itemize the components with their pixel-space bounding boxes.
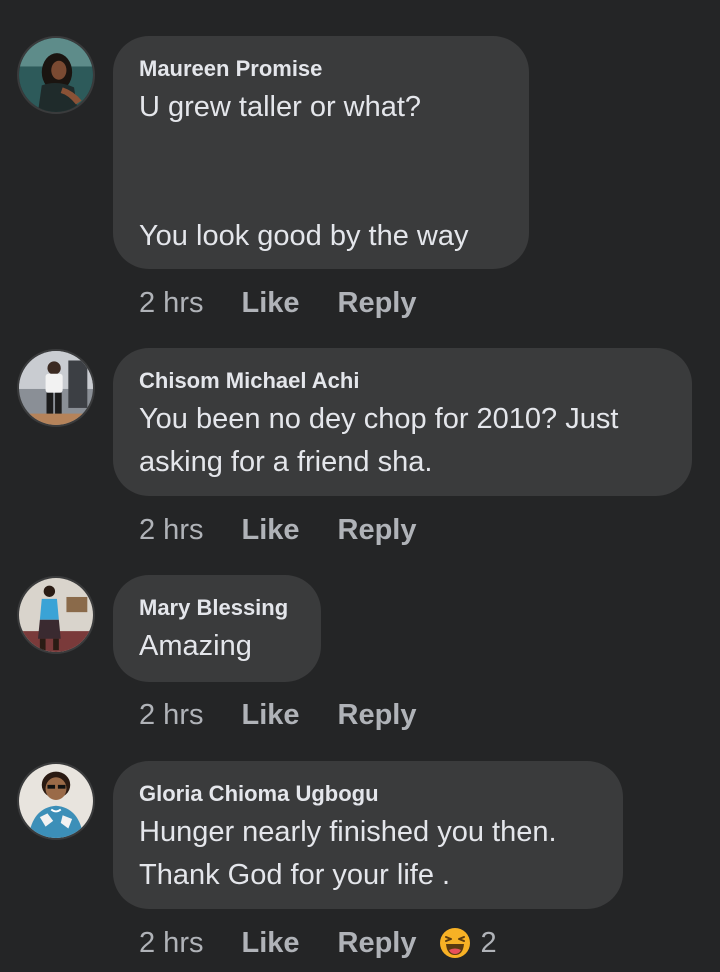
comment-text: You been no dey chop for 2010? Just aski… bbox=[139, 403, 619, 478]
reply-button[interactable]: Reply bbox=[338, 285, 417, 321]
comment-timestamp[interactable]: 2 hrs bbox=[139, 512, 203, 548]
comment-timestamp[interactable]: 2 hrs bbox=[139, 925, 203, 961]
comment-bubble: Mary Blessing Amazing bbox=[113, 575, 321, 682]
comment-text: U grew taller or what? You look good by … bbox=[139, 91, 469, 252]
avatar[interactable] bbox=[17, 576, 95, 654]
reply-button[interactable]: Reply bbox=[338, 925, 417, 961]
comment-actions: 2 hrs Like Reply bbox=[139, 285, 417, 321]
comment-author[interactable]: Mary Blessing bbox=[139, 595, 295, 621]
avatar[interactable] bbox=[17, 349, 95, 427]
comment-actions: 2 hrs Like Reply bbox=[139, 697, 417, 733]
like-button[interactable]: Like bbox=[241, 697, 299, 733]
comment-timestamp[interactable]: 2 hrs bbox=[139, 697, 203, 733]
like-button[interactable]: Like bbox=[241, 925, 299, 961]
laughing-emoji-icon bbox=[439, 928, 470, 958]
avatar-photo bbox=[19, 578, 93, 652]
comment-text: Amazing bbox=[139, 630, 252, 662]
comment-actions: 2 hrs Like Reply 2 bbox=[139, 925, 497, 961]
comment-bubble: Chisom Michael Achi You been no dey chop… bbox=[113, 348, 692, 496]
reaction-summary[interactable]: 2 bbox=[439, 925, 497, 961]
avatar-photo bbox=[19, 351, 93, 425]
comment-author[interactable]: Gloria Chioma Ugbogu bbox=[139, 781, 597, 807]
avatar[interactable] bbox=[17, 762, 95, 840]
comment-author[interactable]: Chisom Michael Achi bbox=[139, 368, 666, 394]
reply-button[interactable]: Reply bbox=[338, 512, 417, 548]
avatar-photo bbox=[19, 38, 93, 112]
reply-button[interactable]: Reply bbox=[338, 697, 417, 733]
comment-text: Hunger nearly finished you then. Thank G… bbox=[139, 816, 557, 891]
comments-feed: Maureen Promise U grew taller or what? Y… bbox=[0, 0, 720, 972]
comment-bubble: Maureen Promise U grew taller or what? Y… bbox=[113, 36, 529, 269]
comment-bubble: Gloria Chioma Ugbogu Hunger nearly finis… bbox=[113, 761, 623, 909]
like-button[interactable]: Like bbox=[241, 285, 299, 321]
like-button[interactable]: Like bbox=[241, 512, 299, 548]
avatar-photo bbox=[19, 764, 93, 838]
comment-actions: 2 hrs Like Reply bbox=[139, 512, 417, 548]
comment-timestamp[interactable]: 2 hrs bbox=[139, 285, 203, 321]
reaction-count: 2 bbox=[480, 927, 497, 959]
avatar[interactable] bbox=[17, 36, 95, 114]
comment-author[interactable]: Maureen Promise bbox=[139, 56, 503, 82]
